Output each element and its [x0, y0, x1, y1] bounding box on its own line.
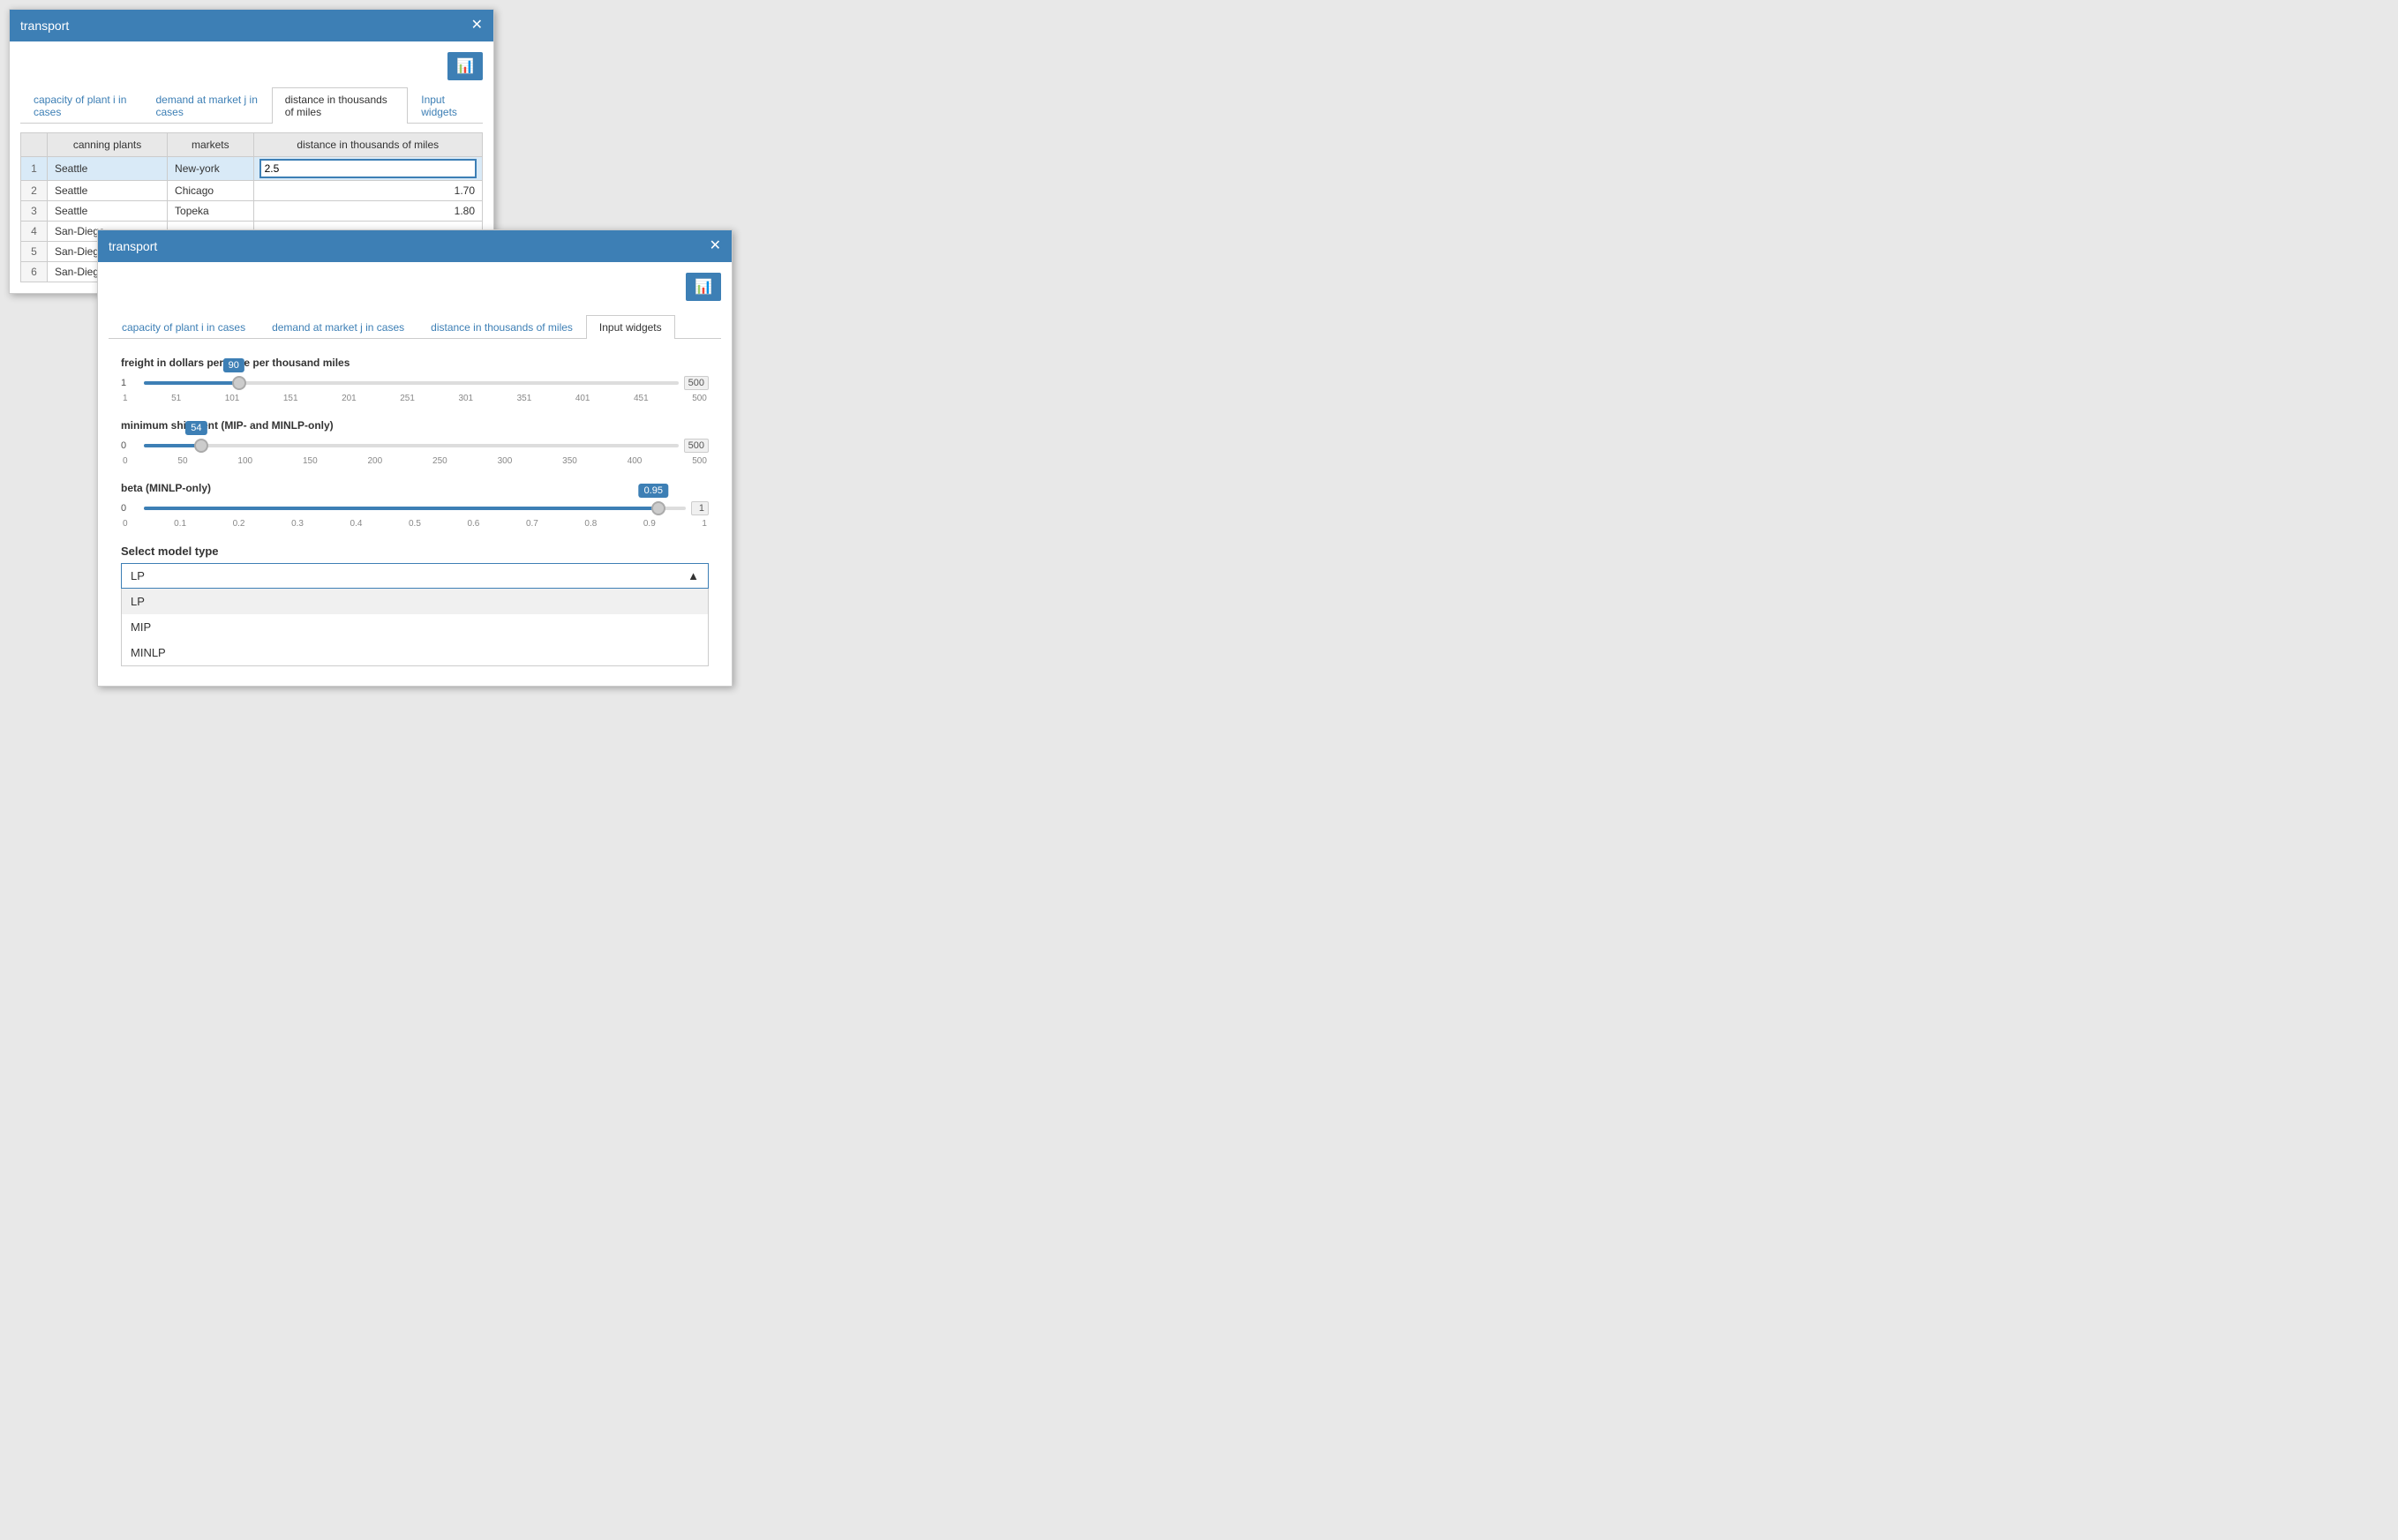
- minship-fill: [144, 444, 201, 447]
- freight-value: 90: [223, 358, 244, 372]
- table-row: 1 Seattle New-york: [21, 157, 483, 181]
- row-num: 1: [21, 157, 48, 181]
- beta-section: beta (MINLP-only) 0 0.95 1 0: [121, 482, 709, 529]
- cell-plant: Seattle: [48, 201, 168, 222]
- beta-ticks: 0 0.1 0.2 0.3 0.4 0.5 0.6 0.7 0.8 0.9 1: [121, 519, 709, 529]
- cell-market: Chicago: [168, 181, 254, 201]
- beta-value: 0.95: [639, 484, 668, 498]
- option-mip[interactable]: MIP: [122, 614, 708, 640]
- select-model-section: Select model type LP ▲ LP MIP MINLP: [121, 545, 709, 666]
- cell-plant: Seattle: [48, 157, 168, 181]
- tab-capacity-1[interactable]: capacity of plant i in cases: [20, 87, 142, 124]
- chevron-up-icon: ▲: [688, 569, 699, 582]
- col-header-rownum-1: [21, 133, 48, 157]
- titlebar-2: transport ✕: [98, 230, 732, 262]
- minship-ticks: 0 50 100 150 200 250 300 350 400 500: [121, 456, 709, 466]
- tabs-2: capacity of plant i in cases demand at m…: [109, 315, 721, 339]
- minship-max: 500: [684, 439, 709, 453]
- tab-demand-2[interactable]: demand at market j in cases: [259, 315, 417, 339]
- minship-label: minimum shipment (MIP- and MINLP-only): [121, 419, 709, 432]
- window-transport-2: transport ✕ 📊 capacity of plant i in cas…: [97, 229, 733, 687]
- freight-track-bg: 90: [144, 381, 679, 385]
- titlebar-1: transport ✕: [10, 10, 493, 41]
- freight-fill: [144, 381, 239, 385]
- freight-section: freight in dollars per case per thousand…: [121, 357, 709, 403]
- beta-label: beta (MINLP-only): [121, 482, 709, 494]
- freight-slider-row: 1 90 500: [121, 374, 709, 392]
- window-body-2: 📊 capacity of plant i in cases demand at…: [98, 262, 732, 686]
- close-button-1[interactable]: ✕: [471, 19, 483, 33]
- cell-plant: Seattle: [48, 181, 168, 201]
- freight-ticks: 1 51 101 151 201 251 301 351 401 451 500: [121, 394, 709, 403]
- minship-min: 0: [121, 440, 139, 451]
- cell-market: New-york: [168, 157, 254, 181]
- freight-track[interactable]: 90: [144, 374, 679, 392]
- beta-slider-row: 0 0.95 1: [121, 500, 709, 517]
- col-header-markets-1: markets: [168, 133, 254, 157]
- cell-value[interactable]: [253, 157, 482, 181]
- minship-track-bg: 54: [144, 444, 679, 447]
- minship-slider-row: 0 54 500: [121, 437, 709, 454]
- table-row: 2 Seattle Chicago 1.70: [21, 181, 483, 201]
- beta-track[interactable]: 0.95: [144, 500, 686, 517]
- cell-value: 1.80: [253, 201, 482, 222]
- row-num: 5: [21, 242, 48, 262]
- freight-min: 1: [121, 378, 139, 388]
- window-title-2: transport: [109, 239, 157, 253]
- chart-button-1[interactable]: 📊: [447, 52, 483, 80]
- minship-value: 54: [185, 421, 207, 435]
- col-header-distance-1: distance in thousands of miles: [253, 133, 482, 157]
- option-minlp[interactable]: MINLP: [122, 640, 708, 665]
- tab-distance-1[interactable]: distance in thousands of miles: [272, 87, 409, 124]
- row-num: 2: [21, 181, 48, 201]
- row-num: 6: [21, 262, 48, 282]
- tab-capacity-2[interactable]: capacity of plant i in cases: [109, 315, 259, 339]
- beta-fill: [144, 507, 658, 510]
- close-button-2[interactable]: ✕: [710, 239, 721, 253]
- table-row: 3 Seattle Topeka 1.80: [21, 201, 483, 222]
- cell-value: 1.70: [253, 181, 482, 201]
- row-num: 3: [21, 201, 48, 222]
- beta-max: 1: [691, 501, 709, 515]
- minship-track[interactable]: 54: [144, 437, 679, 454]
- minship-thumb[interactable]: 54: [194, 439, 208, 453]
- beta-track-bg: 0.95: [144, 507, 686, 510]
- tab-distance-2[interactable]: distance in thousands of miles: [417, 315, 586, 339]
- option-lp[interactable]: LP: [122, 589, 708, 614]
- input-widgets-body: freight in dollars per case per thousand…: [109, 348, 721, 675]
- tab-inputwidgets-1[interactable]: Input widgets: [408, 87, 483, 124]
- row-num: 4: [21, 222, 48, 242]
- cell-market: Topeka: [168, 201, 254, 222]
- chart-button-2[interactable]: 📊: [686, 273, 721, 301]
- tab-inputwidgets-2[interactable]: Input widgets: [586, 315, 675, 339]
- col-header-plants-1: canning plants: [48, 133, 168, 157]
- beta-min: 0: [121, 503, 139, 514]
- window-title-1: transport: [20, 19, 69, 33]
- dropdown-options: LP MIP MINLP: [121, 589, 709, 666]
- select-model-label: Select model type: [121, 545, 709, 558]
- cell-input[interactable]: [261, 161, 475, 177]
- select-model-box[interactable]: LP ▲: [121, 563, 709, 589]
- freight-label: freight in dollars per case per thousand…: [121, 357, 709, 369]
- beta-thumb[interactable]: 0.95: [651, 501, 665, 515]
- tab-demand-1[interactable]: demand at market j in cases: [142, 87, 271, 124]
- select-current-value: LP: [131, 569, 145, 582]
- tabs-1: capacity of plant i in cases demand at m…: [20, 87, 483, 124]
- freight-max: 500: [684, 376, 709, 390]
- minship-section: minimum shipment (MIP- and MINLP-only) 0…: [121, 419, 709, 466]
- freight-thumb[interactable]: 90: [232, 376, 246, 390]
